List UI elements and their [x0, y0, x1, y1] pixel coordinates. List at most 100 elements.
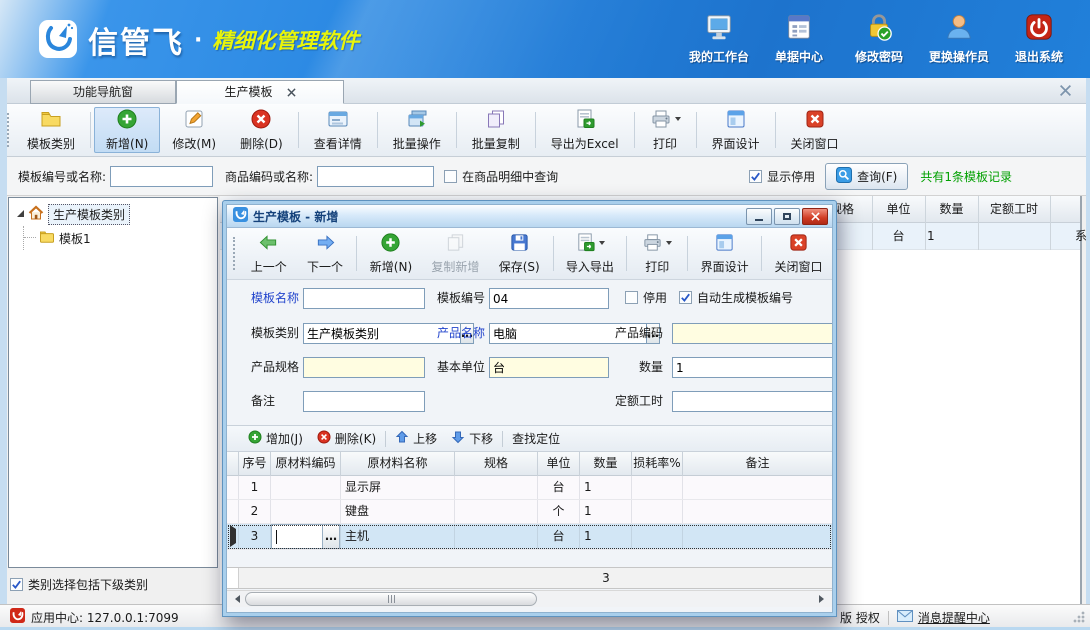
grid-delete-button[interactable]: 删除(K) — [310, 428, 383, 449]
toolbar-separator — [775, 112, 776, 148]
include-subcategory-label: 类别选择包括下级类别 — [28, 576, 148, 593]
material-code-edit-cell[interactable]: … — [271, 524, 340, 549]
printer-icon — [650, 108, 672, 133]
move-up-button[interactable]: 上移 — [388, 428, 444, 449]
toolbar-separator — [377, 112, 378, 148]
tree-expanded-icon[interactable] — [17, 210, 24, 217]
tab-close-icon[interactable] — [287, 88, 296, 97]
quantity-input[interactable] — [672, 357, 833, 378]
search-in-detail-checkbox[interactable] — [444, 170, 457, 183]
message-center-link[interactable]: 消息提醒中心 — [897, 609, 990, 626]
template-name-input[interactable] — [303, 288, 425, 309]
dialog-ui-design-button[interactable]: 界面设计 — [691, 231, 758, 276]
grid-add-button[interactable]: 增加(J) — [241, 428, 310, 449]
col-qty: 数量 — [925, 196, 978, 223]
arrow-right-icon — [315, 232, 336, 256]
find-locate-button[interactable]: 查找定位 — [505, 428, 567, 449]
product-filter-input[interactable] — [317, 166, 434, 187]
print-button[interactable]: 打印 — [638, 107, 693, 153]
material-row-selected[interactable]: 3 … 主机 台 1 — [227, 524, 832, 550]
copy-add-button: 复制新增 — [422, 231, 489, 276]
dialog-close-button[interactable] — [802, 208, 828, 225]
scrollbar-thumb[interactable] — [245, 592, 537, 606]
tree-root-item[interactable]: 生产模板类别 — [9, 202, 217, 226]
batch-copy-button[interactable]: 批量复制 — [460, 107, 532, 153]
triangle-right-icon — [819, 595, 828, 603]
tabbar-close-icon[interactable] — [1059, 84, 1072, 97]
previous-button[interactable]: 上一个 — [241, 231, 297, 276]
dialog-titlebar[interactable]: 生产模板 - 新增 — [227, 205, 832, 228]
tab-nav-window[interactable]: 功能导航窗 — [30, 80, 176, 104]
template-filter-label: 模板编号或名称: — [18, 168, 106, 185]
toolbar-separator — [634, 112, 635, 148]
toolbar-grip — [233, 237, 238, 270]
autogen-code-checkbox[interactable] — [679, 291, 692, 304]
edit-button[interactable]: 修改(M) — [160, 107, 228, 153]
view-details-button[interactable]: 查看详情 — [302, 107, 374, 153]
batch-operation-button[interactable]: 批量操作 — [381, 107, 453, 153]
tree-child-item[interactable]: 模板1 — [9, 226, 217, 250]
material-row[interactable]: 1 显示屏 台 1 — [227, 476, 832, 500]
material-browse-button[interactable]: … — [322, 525, 339, 548]
dialog-maximize-button[interactable] — [774, 208, 800, 225]
quota-hours-input[interactable] — [672, 391, 833, 412]
import-export-icon — [575, 232, 596, 256]
new-template-dialog: 生产模板 - 新增 上一个 下一个 — [222, 200, 837, 617]
change-password-button[interactable]: 修改密码 — [846, 12, 912, 65]
close-window-button[interactable]: 关闭窗口 — [779, 107, 851, 153]
remark-input[interactable] — [303, 391, 425, 412]
grid-toolbar: 增加(J) 删除(K) 上移 下移 查找定位 — [227, 425, 832, 452]
product-filter-label: 商品编码或名称: — [225, 168, 313, 185]
tab-production-template[interactable]: 生产模板 — [176, 80, 344, 104]
base-unit-input[interactable] — [489, 357, 609, 378]
next-button[interactable]: 下一个 — [297, 231, 353, 276]
quantity-label: 数量 — [607, 357, 663, 377]
dialog-horizontal-scrollbar[interactable] — [227, 590, 832, 607]
details-icon — [327, 108, 349, 133]
product-code-input[interactable] — [672, 323, 833, 344]
exit-system-button[interactable]: 退出系统 — [1006, 12, 1072, 65]
document-center-button[interactable]: 单据中心 — [766, 12, 832, 65]
toolbar-separator — [385, 431, 386, 447]
material-row[interactable]: 2 键盘 个 1 — [227, 500, 832, 524]
template-category-button[interactable]: 模板类别 — [15, 107, 87, 153]
switch-operator-button[interactable]: 更换操作员 — [926, 12, 992, 65]
template-filter-input[interactable] — [110, 166, 213, 187]
query-button[interactable]: 查询(F) — [825, 163, 908, 190]
toolbar-separator — [687, 236, 688, 271]
scroll-right-button[interactable] — [815, 591, 832, 607]
stop-use-checkbox[interactable] — [625, 291, 638, 304]
include-subcategory-checkbox[interactable] — [10, 578, 23, 591]
workbench-button[interactable]: 我的工作台 — [686, 12, 752, 65]
dialog-title: 生产模板 - 新增 — [253, 208, 338, 225]
dialog-close-window-button[interactable]: 关闭窗口 — [765, 231, 832, 276]
quota-hours-label: 定额工时 — [607, 391, 663, 411]
move-down-button[interactable]: 下移 — [444, 428, 500, 449]
dialog-minimize-button[interactable] — [746, 208, 772, 225]
remark-label: 备注 — [251, 391, 275, 411]
operator-icon — [944, 12, 974, 45]
save-button[interactable]: 保存(S) — [489, 231, 550, 276]
current-row-indicator — [230, 525, 236, 547]
add-button[interactable]: 新增(N) — [94, 107, 160, 153]
dialog-add-button[interactable]: 新增(N) — [360, 231, 422, 276]
template-code-label: 模板编号 — [437, 288, 485, 308]
dialog-print-button[interactable]: 打印 — [630, 231, 684, 276]
import-export-button[interactable]: 导入导出 — [556, 231, 623, 276]
show-disabled-checkbox[interactable] — [749, 170, 762, 183]
app-window: 信管飞 · 精细化管理软件 我的工作台 单据中心 修改密码 更换操作员 — [0, 0, 1090, 630]
resize-grip[interactable] — [1073, 611, 1085, 623]
close-window-icon — [788, 232, 809, 256]
toolbar-separator — [298, 112, 299, 148]
add-icon — [116, 108, 138, 133]
export-excel-button[interactable]: 导出为Excel — [539, 107, 631, 153]
scroll-left-button[interactable] — [227, 591, 244, 607]
product-code-label: 产品编码 — [607, 323, 663, 343]
app-header: 信管飞 · 精细化管理软件 我的工作台 单据中心 修改密码 更换操作员 — [0, 0, 1090, 78]
tree-root-label: 生产模板类别 — [48, 204, 130, 225]
delete-button[interactable]: 删除(D) — [228, 107, 295, 153]
product-spec-input[interactable] — [303, 357, 425, 378]
window-design-icon — [714, 232, 735, 256]
ui-design-button[interactable]: 界面设计 — [700, 107, 772, 153]
template-code-input[interactable] — [489, 288, 609, 309]
